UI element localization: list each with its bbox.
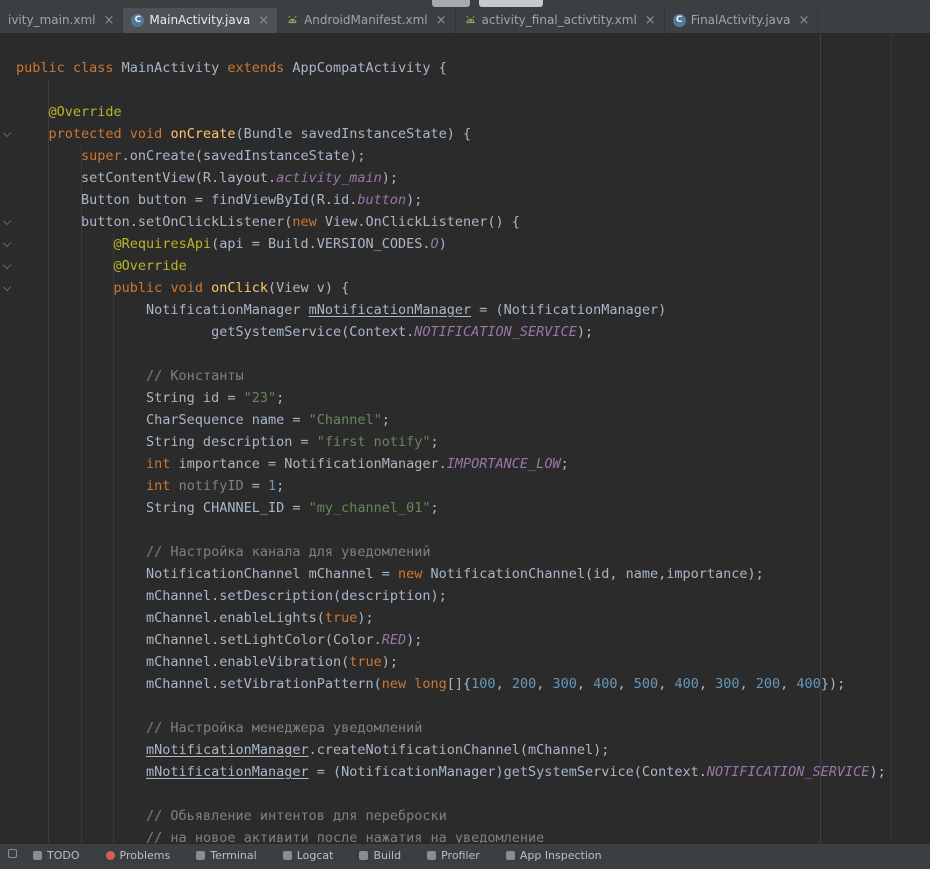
code-line[interactable]: public class MainActivity extends AppCom… <box>16 57 930 79</box>
tab-ivity_main.xml[interactable]: ivity_main.xml × <box>0 8 123 33</box>
toolwindow-button-label: Profiler <box>441 849 480 862</box>
code-line[interactable]: // Константы <box>16 365 930 387</box>
tab-close-icon[interactable]: × <box>258 13 269 28</box>
java-class-icon: C <box>131 14 144 27</box>
android-icon <box>464 14 477 27</box>
toolwindow-button-label: Build <box>373 849 401 862</box>
tab-close-icon[interactable]: × <box>645 13 656 28</box>
code-line[interactable]: mChannel.enableVibration(true); <box>16 651 930 673</box>
terminal-icon <box>196 851 205 860</box>
code-line[interactable]: public void onClick(View v) { <box>16 277 930 299</box>
toolwindow-button-todo[interactable]: TODO <box>33 849 80 862</box>
logcat-icon <box>283 851 292 860</box>
code-line[interactable]: getSystemService(Context.NOTIFICATION_SE… <box>16 321 930 343</box>
code-line[interactable]: protected void onCreate(Bundle savedInst… <box>16 123 930 145</box>
code-line[interactable]: int notifyID = 1; <box>16 475 930 497</box>
code-line[interactable]: NotificationChannel mChannel = new Notif… <box>16 563 930 585</box>
toolwindow-button-problems[interactable]: Problems <box>106 849 171 862</box>
code-line[interactable]: // Настройка канала для уведомлений <box>16 541 930 563</box>
code-line[interactable]: @Override <box>16 101 930 123</box>
java-class-icon: C <box>673 14 686 27</box>
code-line[interactable]: String description = "first notify"; <box>16 431 930 453</box>
code-line[interactable]: String id = "23"; <box>16 387 930 409</box>
main-toolbar-sliver <box>0 0 930 8</box>
code-line[interactable]: super.onCreate(savedInstanceState); <box>16 145 930 167</box>
tab-close-icon[interactable]: × <box>104 13 115 28</box>
toolwindow-button-profiler[interactable]: Profiler <box>427 849 480 862</box>
code-line[interactable]: String CHANNEL_ID = "my_channel_01"; <box>16 497 930 519</box>
tool-window-bar: TODO Problems Terminal Logcat Build Profiler A… <box>0 843 930 869</box>
code-line[interactable]: // на новое активити после нажатия на ув… <box>16 827 930 843</box>
code-line[interactable]: int importance = NotificationManager.IMP… <box>16 453 930 475</box>
toolwindow-button-terminal[interactable]: Terminal <box>196 849 257 862</box>
tab-label: FinalActivity.java <box>691 8 791 33</box>
tab-label: MainActivity.java <box>149 8 250 33</box>
code-line[interactable]: @Override <box>16 255 930 277</box>
code-line[interactable]: CharSequence name = "Channel"; <box>16 409 930 431</box>
code-line[interactable]: button.setOnClickListener(new View.OnCli… <box>16 211 930 233</box>
toolwindow-button-label: Problems <box>120 849 171 862</box>
code-area[interactable]: public class MainActivity extends AppCom… <box>0 34 930 843</box>
tab-FinalActivity.java[interactable]: C FinalActivity.java × <box>665 8 819 33</box>
android-icon <box>286 14 299 27</box>
code-line[interactable]: mNotificationManager = (NotificationMana… <box>16 761 930 783</box>
code-line[interactable]: setContentView(R.layout.activity_main); <box>16 167 930 189</box>
problems-icon <box>106 851 115 860</box>
app-inspection-icon <box>506 851 515 860</box>
tab-label: ivity_main.xml <box>8 8 96 33</box>
tab-close-icon[interactable]: × <box>798 13 809 28</box>
code-line[interactable] <box>16 695 930 717</box>
build-hammer-icon <box>359 851 368 860</box>
code-line[interactable]: mChannel.setDescription(description); <box>16 585 930 607</box>
status-bar-items: TODO Problems Terminal Logcat Build Profiler A… <box>33 849 602 862</box>
code-line[interactable] <box>16 79 930 101</box>
code-line[interactable] <box>16 783 930 805</box>
tab-activity_final_activtity.xml[interactable]: activity_final_activtity.xml × <box>456 8 665 33</box>
toolwindow-button-label: TODO <box>47 849 80 862</box>
fold-chevron-icon[interactable] <box>3 240 12 249</box>
fold-chevron-icon[interactable] <box>3 284 12 293</box>
code-line[interactable]: NotificationManager mNotificationManager… <box>16 299 930 321</box>
fold-chevron-icon[interactable] <box>3 130 12 139</box>
toolwindow-button-logcat[interactable]: Logcat <box>283 849 334 862</box>
code-line[interactable]: mChannel.setVibrationPattern(new long[]{… <box>16 673 930 695</box>
tab-label: activity_final_activtity.xml <box>482 8 637 33</box>
code-line[interactable]: mNotificationManager.createNotificationC… <box>16 739 930 761</box>
code-line[interactable]: // Настройка менеджера уведомлений <box>16 717 930 739</box>
tool-window-switcher-icon[interactable] <box>8 849 17 858</box>
toolwindow-button-app-inspection[interactable]: App Inspection <box>506 849 602 862</box>
code-line[interactable] <box>16 35 930 57</box>
tab-label: AndroidManifest.xml <box>304 8 428 33</box>
fold-chevron-icon[interactable] <box>3 262 12 271</box>
toolwindow-button-label: Logcat <box>297 849 334 862</box>
code-line[interactable] <box>16 519 930 541</box>
profiler-icon <box>427 851 436 860</box>
tab-close-icon[interactable]: × <box>436 13 447 28</box>
code-line[interactable]: mChannel.enableLights(true); <box>16 607 930 629</box>
toolwindow-button-label: Terminal <box>210 849 257 862</box>
code-line[interactable]: @RequiresApi(api = Build.VERSION_CODES.O… <box>16 233 930 255</box>
editor[interactable]: public class MainActivity extends AppCom… <box>0 34 930 843</box>
tab-AndroidManifest.xml[interactable]: AndroidManifest.xml × <box>278 8 455 33</box>
code-line[interactable] <box>16 343 930 365</box>
device-selector-fragment[interactable] <box>432 0 470 7</box>
editor-tab-bar: ivity_main.xml×CMainActivity.java×Androi… <box>0 8 930 34</box>
toolwindow-button-label: App Inspection <box>520 849 602 862</box>
todo-icon <box>33 851 42 860</box>
code-line[interactable]: Button button = findViewById(R.id.button… <box>16 189 930 211</box>
fold-chevron-icon[interactable] <box>3 218 12 227</box>
run-configuration-fragment[interactable] <box>479 0 543 7</box>
tab-MainActivity.java[interactable]: C MainActivity.java × <box>123 8 278 33</box>
toolwindow-button-build[interactable]: Build <box>359 849 401 862</box>
code-line[interactable]: // Обьявление интентов для переброски <box>16 805 930 827</box>
code-line[interactable]: mChannel.setLightColor(Color.RED); <box>16 629 930 651</box>
